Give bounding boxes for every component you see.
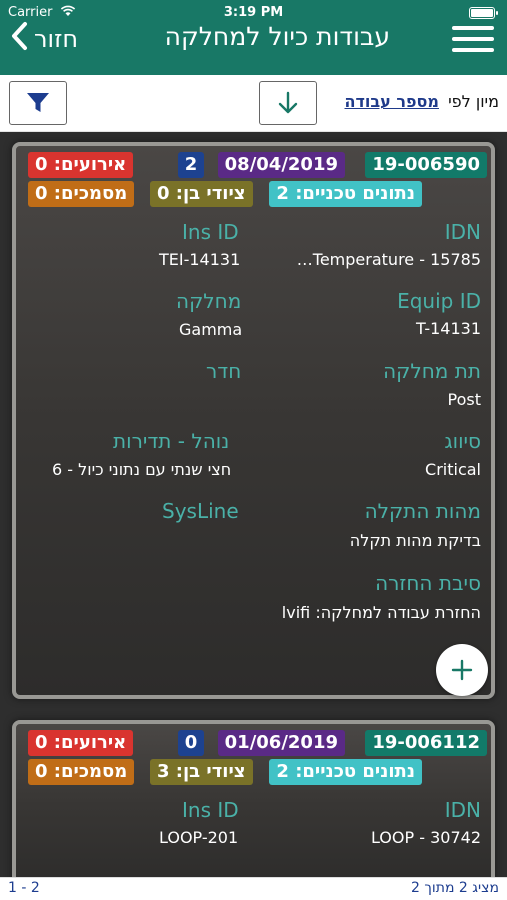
job-id-badge: 19-006112 — [365, 730, 487, 756]
room-label: חדר — [206, 359, 242, 383]
job-id-badge: 19-006590 — [365, 152, 487, 178]
date-badge: 08/04/2019 — [217, 152, 345, 178]
filter-button[interactable] — [9, 81, 67, 125]
job-card[interactable]: 19-006112 01/06/2019 0 אירועים: 0 נתונים… — [12, 720, 495, 877]
chevron-left-icon — [10, 21, 28, 57]
battery-icon — [469, 7, 498, 19]
sub-equipment-badge[interactable]: ציודי בן: 3 — [150, 759, 253, 785]
classification-label: סיווג — [444, 429, 481, 453]
ins-id-value: TEI-14131 — [159, 250, 241, 269]
filter-icon — [27, 93, 49, 112]
documents-badge[interactable]: מסמכים: 0 — [28, 759, 135, 785]
procedure-label: נוהל - תדירות — [113, 429, 230, 453]
classification-value: Critical — [425, 460, 481, 479]
return-reason-value: החזרת עבודה למחלקה: lvifi — [281, 603, 481, 622]
return-reason-label: סיבת החזרה — [375, 571, 481, 595]
sub-equipment-badge[interactable]: ציודי בן: 0 — [150, 181, 253, 207]
documents-badge[interactable]: מסמכים: 0 — [28, 181, 135, 207]
date-badge: 01/06/2019 — [217, 730, 345, 756]
tech-data-badge[interactable]: נתונים טכניים: 2 — [269, 759, 422, 785]
sort-direction-button[interactable] — [259, 81, 317, 125]
fault-nature-label: מהות התקלה — [364, 499, 481, 523]
ins-id-label: Ins ID — [182, 798, 239, 822]
events-badge[interactable]: אירועים: 0 — [28, 152, 134, 178]
add-button[interactable] — [436, 644, 488, 696]
tech-data-badge[interactable]: נתונים טכניים: 2 — [269, 181, 422, 207]
idn-value: 15785 - Temperature… — [296, 250, 481, 269]
sort-label: מיון לפי מספר עבודה — [345, 92, 500, 111]
arrow-down-icon — [278, 91, 298, 114]
pagination-footer: 1 - 2 מציג 2 מתוך 2 — [0, 877, 507, 900]
app-header: Carrier 3:19 PM חזור עבודות כיול למחלקה — [0, 0, 507, 75]
jobs-list[interactable]: 19-006590 08/04/2019 2 אירועים: 0 נתונים… — [0, 132, 507, 877]
department-value: Gamma — [179, 320, 243, 339]
sub-department-label: תת מחלקה — [383, 359, 481, 383]
count-badge: 0 — [178, 730, 204, 756]
equip-id-value: T-14131 — [416, 319, 481, 338]
results-count: מציג 2 מתוך 2 — [411, 880, 499, 896]
equip-id-label: Equip ID — [397, 289, 481, 313]
back-button[interactable]: חזור — [10, 20, 78, 58]
ins-id-value: LOOP-201 — [159, 828, 239, 847]
count-badge: 2 — [178, 152, 204, 178]
sort-filter-toolbar: מיון לפי מספר עבודה — [0, 75, 507, 132]
fault-nature-value: בדיקת מהות תקלה — [349, 531, 481, 550]
sysline-label: SysLine — [162, 499, 239, 523]
sort-field-link[interactable]: מספר עבודה — [345, 92, 439, 111]
events-badge[interactable]: אירועים: 0 — [28, 730, 134, 756]
department-label: מחלקה — [176, 289, 242, 313]
procedure-value: חצי שנתי עם נתוני כיול - 6 — [52, 460, 232, 479]
sort-prefix: מיון לפי — [448, 92, 499, 111]
job-card[interactable]: 19-006590 08/04/2019 2 אירועים: 0 נתונים… — [12, 142, 495, 699]
back-button-label: חזור — [34, 25, 79, 53]
page-range: 1 - 2 — [8, 880, 40, 896]
idn-value: 30742 - LOOP — [370, 828, 481, 847]
idn-label: IDN — [444, 220, 481, 244]
sub-department-value: Post — [447, 390, 481, 409]
idn-label: IDN — [444, 798, 481, 822]
page-title: עבודות כיול למחלקה — [164, 22, 390, 51]
hamburger-menu-icon[interactable] — [452, 24, 494, 56]
ins-id-label: Ins ID — [182, 220, 239, 244]
status-time: 3:19 PM — [223, 5, 284, 20]
plus-icon — [451, 659, 473, 681]
